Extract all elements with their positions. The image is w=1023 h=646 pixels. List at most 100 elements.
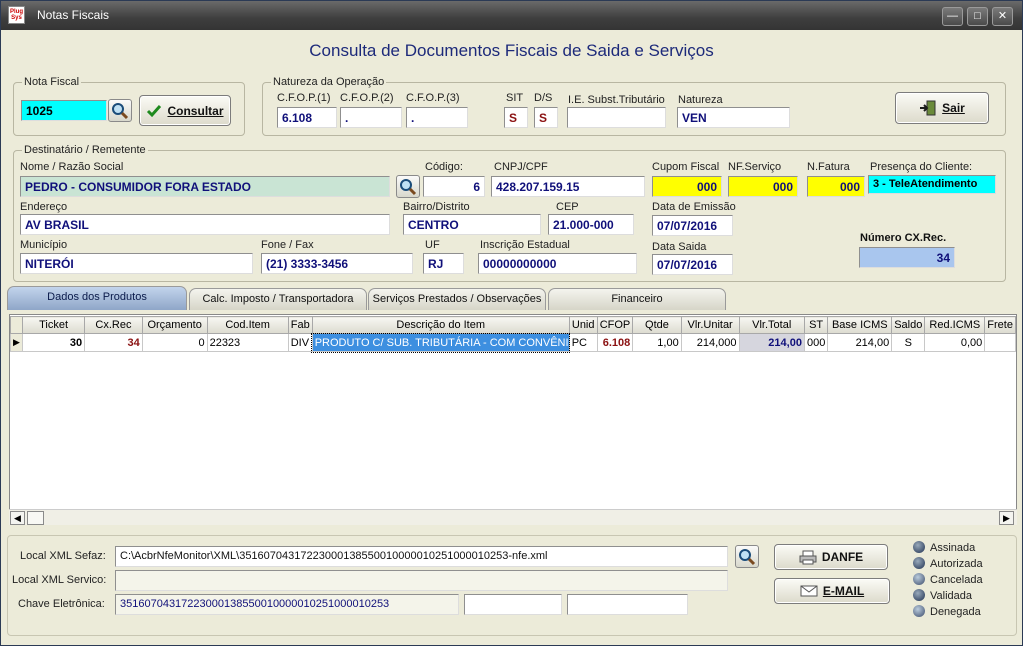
scroll-thumb[interactable] — [27, 511, 44, 525]
nome-field[interactable]: PEDRO - CONSUMIDOR FORA ESTADO — [20, 176, 390, 197]
col-red-icms[interactable]: Red.ICMS — [924, 316, 986, 334]
chave-field[interactable]: 3516070431722300013855001000001025100001… — [115, 594, 459, 615]
ie-field[interactable]: 00000000000 — [478, 253, 637, 274]
col-vlrunit[interactable]: Vlr.Unitar — [680, 316, 740, 334]
municipio-field[interactable]: NITERÓI — [20, 253, 253, 274]
cx-rec-field[interactable]: 34 — [859, 247, 955, 268]
cell-descricao[interactable]: PRODUTO C/ SUB. TRIBUTÁRIA - COM CONVÊNI… — [311, 332, 571, 353]
uf-field[interactable]: RJ — [423, 253, 464, 274]
bairro-label: Bairro/Distrito — [403, 201, 470, 213]
cell-qtde[interactable]: 1,00 — [632, 333, 682, 352]
cell-vlrtotal[interactable]: 214,00 — [738, 333, 805, 352]
maximize-button[interactable]: □ — [967, 7, 988, 26]
col-descricao[interactable]: Descrição do Item — [311, 316, 570, 334]
status-dot-icon — [913, 541, 925, 553]
cfop1-label: C.F.O.P.(1) — [277, 92, 331, 104]
col-st[interactable]: ST — [803, 316, 829, 334]
col-ticket[interactable]: Ticket — [21, 316, 86, 334]
municipio-label: Município — [20, 239, 68, 251]
cnpj-field[interactable]: 428.207.159.15 — [491, 176, 645, 197]
cfop2-label: C.F.O.P.(2) — [340, 92, 394, 104]
cell-cfop[interactable]: 6.108 — [596, 333, 634, 352]
natureza-label: Natureza — [678, 94, 723, 106]
endereco-field[interactable]: AV BRASIL — [20, 214, 390, 235]
cell-saldo[interactable]: S — [891, 333, 926, 352]
table-header: Ticket Cx.Rec Orçamento Cod.Item Fab Des… — [10, 316, 1016, 334]
products-grid[interactable]: Ticket Cx.Rec Orçamento Cod.Item Fab Des… — [9, 314, 1017, 525]
cell-frete[interactable] — [984, 333, 1016, 352]
cell-coditem[interactable]: 22323 — [206, 333, 289, 352]
cell-cxrec[interactable]: 34 — [84, 333, 143, 352]
col-cfop[interactable]: CFOP — [596, 316, 634, 334]
col-fab[interactable]: Fab — [287, 316, 313, 334]
close-button[interactable]: ✕ — [992, 7, 1013, 26]
col-vlrtotal[interactable]: Vlr.Total — [738, 316, 805, 334]
sit-label: SIT — [506, 92, 524, 104]
col-coditem[interactable]: Cod.Item — [206, 316, 289, 334]
cell-st[interactable]: 000 — [803, 333, 829, 352]
emissao-label: Data de Emissão — [652, 201, 736, 213]
ie-subst-field[interactable] — [567, 107, 666, 128]
chave-extra-field-2[interactable] — [567, 594, 688, 615]
col-qtde[interactable]: Qtde — [632, 316, 682, 334]
cell-fab[interactable]: DIV — [287, 333, 313, 352]
status-label: Assinada — [930, 542, 976, 554]
nfatura-field[interactable]: 000 — [807, 176, 865, 197]
search-nota-button[interactable] — [108, 99, 132, 122]
cupom-field[interactable]: 000 — [652, 176, 722, 197]
cfop1-field[interactable]: 6.108 — [277, 107, 337, 128]
tab-dados-produtos[interactable]: Dados dos Produtos — [7, 286, 187, 310]
col-orcamento[interactable]: Orçamento — [141, 316, 208, 334]
cell-vlrunit[interactable]: 214,000 — [680, 333, 740, 352]
consultar-button[interactable]: Consultar — [139, 95, 231, 126]
sair-button[interactable]: Sair — [895, 92, 989, 124]
saida-field[interactable]: 07/07/2016 — [652, 254, 733, 275]
nfatura-label: N.Fatura — [807, 161, 850, 173]
cfop3-field[interactable]: . — [406, 107, 468, 128]
email-button[interactable]: E-MAIL — [774, 578, 890, 604]
col-cxrec[interactable]: Cx.Rec — [84, 316, 143, 334]
natureza-operacao-group: Natureza da Operação C.F.O.P.(1) 6.108 C… — [262, 76, 1006, 136]
tab-calc-imposto[interactable]: Calc. Imposto / Transportadora — [189, 288, 367, 310]
uf-label: UF — [425, 239, 440, 251]
fone-field[interactable]: (21) 3333-3456 — [261, 253, 413, 274]
status-dot-icon — [913, 605, 925, 617]
col-frete[interactable]: Frete — [984, 316, 1016, 334]
cell-base-icms[interactable]: 214,00 — [827, 333, 893, 352]
search-xml-button[interactable] — [735, 545, 759, 568]
cx-rec-label: Número CX.Rec. — [860, 232, 947, 244]
table-row[interactable]: ▶ 30 34 0 22323 DIV PRODUTO C/ SUB. TRIB… — [10, 332, 1016, 353]
col-base-icms[interactable]: Base ICMS — [827, 316, 893, 334]
codigo-field[interactable]: 6 — [423, 176, 485, 197]
cell-ticket[interactable]: 30 — [21, 333, 86, 352]
nota-fiscal-input[interactable]: 1025 — [21, 100, 107, 121]
cell-red-icms[interactable]: 0,00 — [924, 333, 986, 352]
cfop2-field[interactable]: . — [340, 107, 402, 128]
danfe-button[interactable]: DANFE — [774, 544, 888, 570]
tab-financeiro[interactable]: Financeiro — [548, 288, 726, 310]
minimize-button[interactable]: — — [942, 7, 963, 26]
col-saldo[interactable]: Saldo — [891, 316, 926, 334]
chave-extra-field-1[interactable] — [464, 594, 562, 615]
ds-field[interactable]: S — [534, 107, 558, 128]
cell-unid[interactable]: PC — [568, 333, 598, 352]
natureza-field[interactable]: VEN — [677, 107, 790, 128]
xml-sefaz-field[interactable]: C:\AcbrNfeMonitor\XML\351607043172230001… — [115, 546, 728, 567]
tab-servicos-prestados[interactable]: Serviços Prestados / Observações — [368, 288, 546, 310]
xml-servico-field[interactable] — [115, 570, 728, 591]
codigo-label: Código: — [425, 161, 463, 173]
search-cliente-button[interactable] — [396, 175, 420, 198]
bairro-field[interactable]: CENTRO — [403, 214, 541, 235]
grid-horizontal-scrollbar[interactable]: ◀ ▶ — [9, 509, 1017, 525]
nfservico-field[interactable]: 000 — [728, 176, 798, 197]
scroll-left-icon[interactable]: ◀ — [10, 511, 25, 525]
cep-field[interactable]: 21.000-000 — [548, 214, 634, 235]
presenca-field[interactable]: 3 - TeleAtendimento — [868, 175, 996, 194]
cell-orcamento[interactable]: 0 — [141, 333, 208, 352]
sit-field[interactable]: S — [504, 107, 528, 128]
natureza-group-label: Natureza da Operação — [271, 76, 387, 88]
ds-label: D/S — [534, 92, 553, 104]
col-unid[interactable]: Unid — [568, 316, 598, 334]
scroll-right-icon[interactable]: ▶ — [999, 511, 1014, 525]
emissao-field[interactable]: 07/07/2016 — [652, 215, 733, 236]
